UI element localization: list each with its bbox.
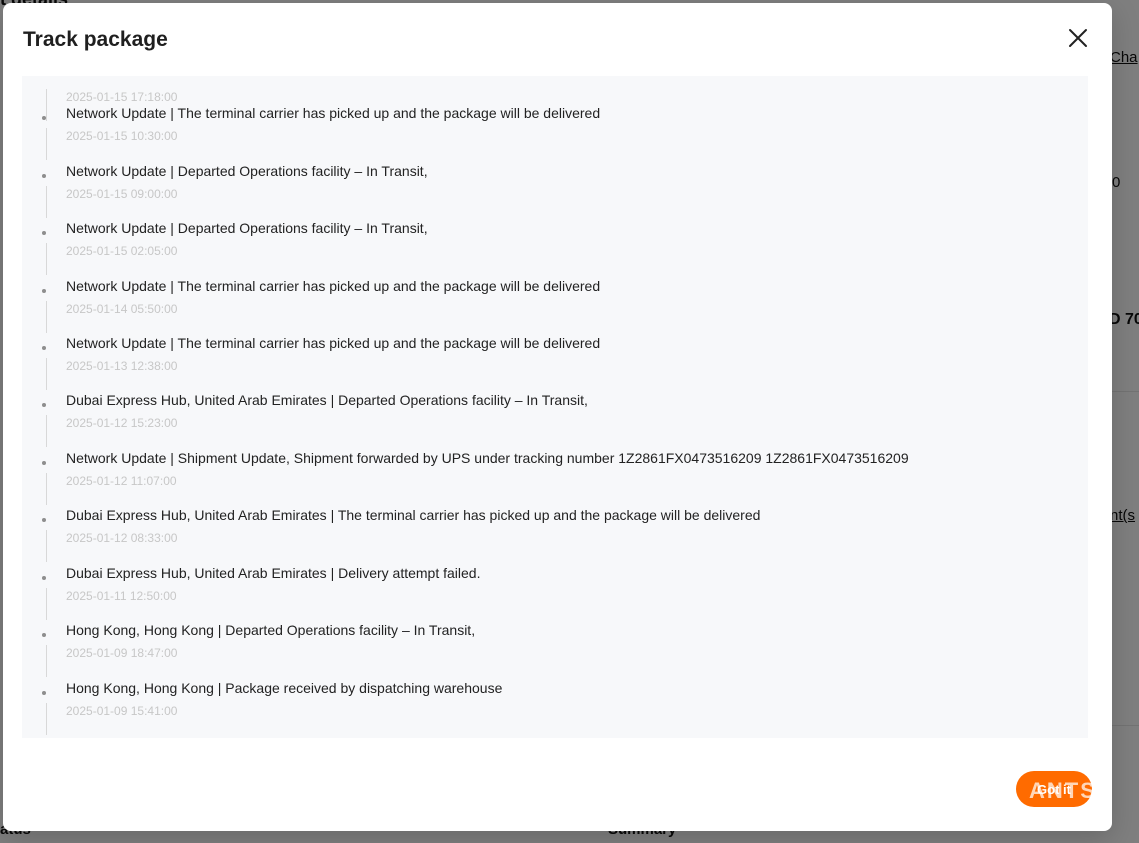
event-description: Network Update | The terminal carrier ha…: [66, 105, 601, 121]
close-button[interactable]: [1062, 22, 1094, 54]
event-date: 2025-01-13 12:38:00: [66, 359, 178, 373]
timeline-dot-icon: [42, 576, 46, 580]
event-date: 2025-01-11 12:50:00: [66, 589, 177, 603]
event-date: 2025-01-09 18:47:00: [66, 646, 178, 660]
timeline-line: [46, 588, 47, 620]
close-icon: [1069, 29, 1087, 47]
event-date: 2025-01-15 10:30:00: [66, 129, 178, 143]
timeline-event: Dubai Express Hub, United Arab Emirates …: [22, 389, 1088, 447]
got-it-button[interactable]: Got it: [1016, 771, 1092, 807]
timeline-event: Network Update | Shipment Update, Shipme…: [22, 447, 1088, 505]
timeline-dot-icon: [42, 461, 46, 465]
event-description: Hong Kong, Hong Kong | Departed Operatio…: [66, 622, 476, 638]
event-description: Network Update | The terminal carrier ha…: [66, 335, 601, 351]
event-description: Network Update | The terminal carrier ha…: [66, 278, 601, 294]
tracking-timeline[interactable]: 2025-01-15 17:18:00 Network Update | The…: [22, 76, 1088, 738]
event-date: 2025-01-14 05:50:00: [66, 302, 178, 316]
timeline-event: Network Update | The terminal carrier ha…: [22, 275, 1088, 333]
timeline-dot-icon: [42, 289, 46, 293]
timeline-line: [46, 358, 47, 390]
timeline-event: Dubai Express Hub, United Arab Emirates …: [22, 562, 1088, 620]
timeline-line: [46, 415, 47, 447]
timeline-line: [46, 243, 47, 275]
event-date: 2025-01-12 15:23:00: [66, 416, 178, 430]
timeline-dot-icon: [42, 231, 46, 235]
timeline-line: [46, 645, 47, 677]
event-description: Dubai Express Hub, United Arab Emirates …: [66, 565, 481, 581]
timeline-event: Network Update | Departed Operations fac…: [22, 217, 1088, 275]
timeline-dot-icon: [42, 346, 46, 350]
event-description: Dubai Express Hub, United Arab Emirates …: [66, 392, 588, 408]
timeline-line: [46, 703, 47, 735]
timeline-line: [46, 473, 47, 505]
track-package-modal: Track package 2025-01-15 17:18:00 Networ…: [3, 3, 1112, 831]
event-date: 2025-01-15 02:05:00: [66, 244, 178, 258]
event-description: Network Update | Shipment Update, Shipme…: [66, 450, 909, 466]
event-description: Network Update | Departed Operations fac…: [66, 220, 428, 236]
event-description: Hong Kong, Hong Kong | Package received …: [66, 680, 503, 696]
timeline-dot-icon: [42, 403, 46, 407]
timeline-event: Hong Kong, Hong Kong | Package received …: [22, 677, 1088, 735]
timeline-dot-icon: [42, 174, 46, 178]
timeline-dot-icon: [42, 518, 46, 522]
modal-title: Track package: [23, 28, 168, 51]
timeline-line: [46, 128, 47, 160]
event-date: 2025-01-15 09:00:00: [66, 187, 178, 201]
timeline-event: Network Update | Departed Operations fac…: [22, 160, 1088, 218]
timeline-line: [46, 186, 47, 218]
timeline-line: [46, 530, 47, 562]
event-date: 2025-01-12 11:07:00: [66, 474, 177, 488]
timeline-line: [46, 301, 47, 333]
event-date: 2025-01-12 08:33:00: [66, 531, 178, 545]
timeline-dot-icon: [42, 691, 46, 695]
timeline-event: Dubai Express Hub, United Arab Emirates …: [22, 504, 1088, 562]
timeline-dot-icon: [42, 116, 46, 120]
event-description: Network Update | Departed Operations fac…: [66, 163, 428, 179]
timeline-event: Network Update | The terminal carrier ha…: [22, 102, 1088, 160]
timeline-dot-icon: [42, 633, 46, 637]
event-description: Dubai Express Hub, United Arab Emirates …: [66, 507, 761, 523]
timeline-event: Network Update | The terminal carrier ha…: [22, 332, 1088, 390]
timeline-event: Hong Kong, Hong Kong | Departed Operatio…: [22, 619, 1088, 677]
event-date: 2025-01-09 15:41:00: [66, 704, 178, 718]
